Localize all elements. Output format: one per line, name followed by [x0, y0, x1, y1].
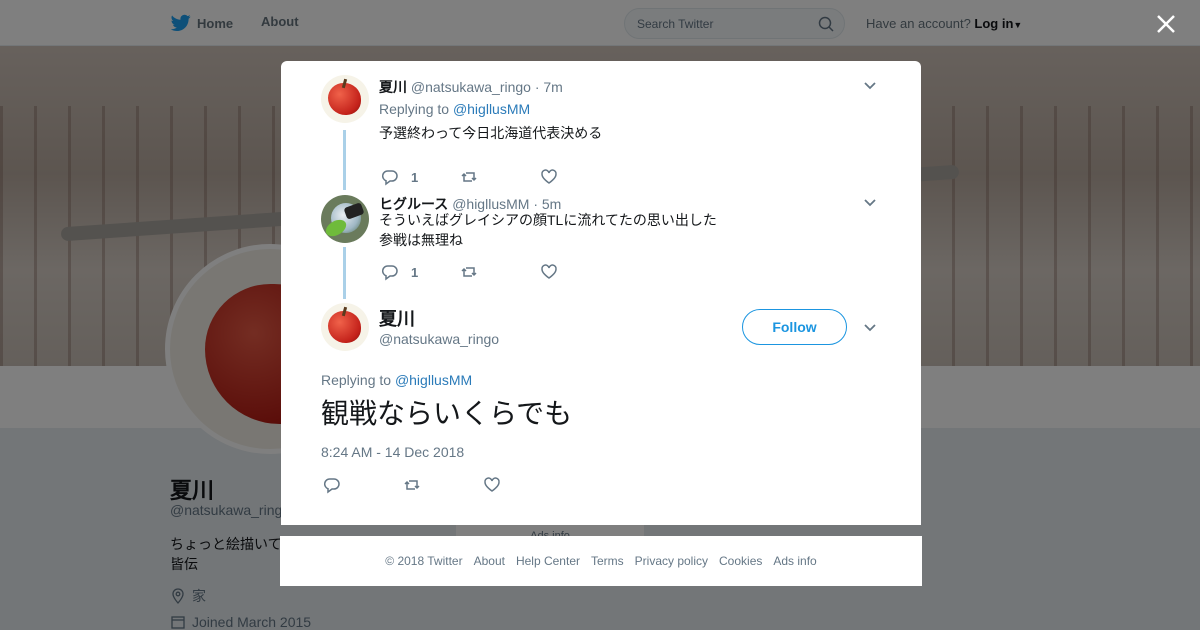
replying-to-link[interactable]: @higllusMM: [395, 372, 472, 388]
footer-link-help-center[interactable]: Help Center: [516, 554, 580, 568]
like-button[interactable]: [540, 168, 558, 186]
tweet-time[interactable]: · 7m: [535, 79, 563, 95]
retweet-button[interactable]: [460, 263, 478, 281]
reply-count: 1: [411, 169, 419, 185]
reply-button[interactable]: [323, 476, 341, 494]
like-button[interactable]: [483, 476, 501, 494]
tweet-author-handle[interactable]: @natsukawa_ringo: [411, 79, 531, 95]
retweet-button[interactable]: [460, 168, 478, 186]
reply-button[interactable]: 1: [381, 168, 418, 186]
avatar[interactable]: [321, 303, 369, 351]
tweet-text: そういえばグレイシアの顔TLに流れてたの思い出した 参戦は無理ね: [379, 212, 717, 248]
footer-link-cookies[interactable]: Cookies: [719, 554, 762, 568]
replying-prefix: Replying to: [379, 101, 450, 117]
tweet-modal: 夏川 @natsukawa_ringo · 7m Replying to @hi…: [281, 61, 921, 525]
chevron-down-icon[interactable]: [863, 81, 877, 91]
tweet-author-name[interactable]: 夏川: [379, 79, 407, 95]
replying-to-link[interactable]: @higllusMM: [453, 101, 530, 117]
like-button[interactable]: [540, 263, 558, 281]
footer-link-privacy[interactable]: Privacy policy: [635, 554, 708, 568]
replying-to: Replying to @higllusMM: [379, 101, 530, 117]
reply-button[interactable]: 1: [381, 263, 418, 281]
tweet-timestamp[interactable]: 8:24 AM - 14 Dec 2018: [321, 444, 464, 460]
tweet-text: 予選終わって今日北海道代表決める: [379, 125, 603, 141]
footer-copyright: © 2018 Twitter: [385, 554, 463, 568]
tweet-author-name[interactable]: 夏川: [379, 305, 415, 331]
retweet-icon: [461, 267, 477, 277]
footer-link-about[interactable]: About: [474, 554, 505, 568]
close-icon[interactable]: [1154, 12, 1178, 36]
retweet-button[interactable]: [403, 476, 421, 494]
avatar[interactable]: [321, 75, 369, 123]
reply-icon: [381, 265, 398, 281]
like-icon: [541, 169, 557, 184]
tweet-author-handle[interactable]: @natsukawa_ringo: [379, 331, 499, 347]
like-icon: [484, 477, 500, 492]
reply-icon: [323, 478, 340, 494]
footer-link-terms[interactable]: Terms: [591, 554, 624, 568]
thread-connector: [343, 247, 346, 299]
reply-icon: [381, 170, 398, 186]
like-icon: [541, 264, 557, 279]
avatar[interactable]: [321, 195, 369, 243]
modal-footer: © 2018 Twitter About Help Center Terms P…: [280, 536, 922, 586]
retweet-icon: [404, 480, 420, 490]
tweet-actions: 1: [381, 263, 558, 281]
tweet-actions: 1: [381, 168, 558, 186]
retweet-icon: [461, 172, 477, 182]
chevron-down-icon[interactable]: [863, 323, 877, 333]
reply-count: 1: [411, 264, 419, 280]
replying-prefix: Replying to: [321, 372, 392, 388]
thread-connector: [343, 130, 346, 190]
follow-button[interactable]: Follow: [742, 309, 847, 345]
tweet-actions: [323, 476, 501, 494]
tweet-header: 夏川 @natsukawa_ringo · 7m: [379, 77, 563, 97]
chevron-down-icon[interactable]: [863, 198, 877, 208]
main-tweet-text: 観戦ならいくらでも: [321, 398, 573, 429]
footer-link-ads-info[interactable]: Ads info: [773, 554, 816, 568]
replying-to: Replying to @higllusMM: [321, 372, 472, 388]
